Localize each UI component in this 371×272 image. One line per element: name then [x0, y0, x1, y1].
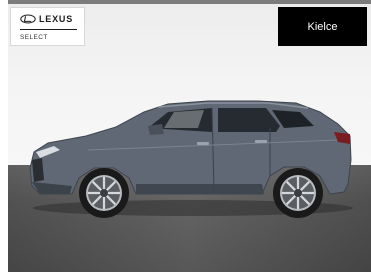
lexus-emblem-icon [20, 14, 36, 24]
front-wheel [79, 168, 129, 218]
logo-wordmark: LEXUS [39, 14, 74, 24]
logo-divider [20, 29, 77, 30]
door-handle-rear [255, 140, 267, 143]
car-lower-sill [136, 184, 264, 194]
grille [32, 158, 44, 182]
logo-subline: SELECT [20, 34, 48, 41]
location-badge: Kielce [278, 7, 367, 46]
location-label: Kielce [307, 20, 338, 33]
rear-wheel [273, 168, 323, 218]
dealer-logo: LEXUS SELECT [10, 7, 85, 46]
door-handle-front [197, 142, 209, 145]
logo-row: LEXUS [20, 14, 73, 24]
